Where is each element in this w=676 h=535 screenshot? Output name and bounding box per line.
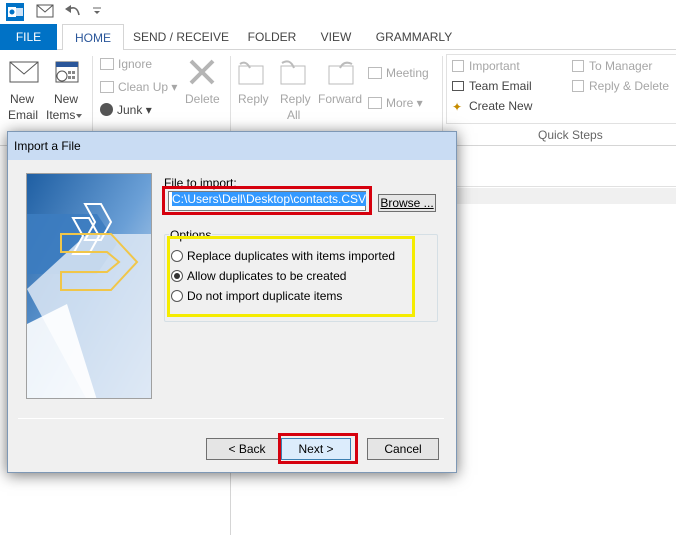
new-items-icon xyxy=(55,61,79,83)
reply-label: Reply xyxy=(238,92,269,106)
ignore-label: Ignore xyxy=(118,57,153,71)
junk-button[interactable]: Junk ▾ xyxy=(100,103,152,117)
import-arrows-illustration xyxy=(27,174,151,398)
quick-step-create-new[interactable]: ✦ Create New xyxy=(452,99,532,113)
ribbon-tabs: FILE HOME SEND / RECEIVE FOLDER VIEW GRA… xyxy=(0,24,676,51)
new-items-label-2: Items xyxy=(46,108,76,122)
customize-dropdown-icon[interactable] xyxy=(92,6,102,16)
browse-label: Browse ... xyxy=(380,196,434,210)
create-new-icon: ✦ xyxy=(452,100,463,114)
meeting-label: Meeting xyxy=(386,66,429,80)
delete-button[interactable]: Delete xyxy=(184,58,222,126)
back-button[interactable]: < Back xyxy=(206,438,288,460)
dialog-title: Import a File xyxy=(14,139,81,153)
new-email-icon xyxy=(9,61,39,83)
junk-label: Junk xyxy=(117,103,143,117)
reply-all-button[interactable]: Reply All xyxy=(278,58,312,126)
forward-button[interactable]: Forward xyxy=(318,58,364,126)
outlook-icon xyxy=(6,3,24,21)
tab-view[interactable]: VIEW xyxy=(312,24,360,50)
junk-icon xyxy=(100,103,113,116)
clean-up-button[interactable]: Clean Up ▾ xyxy=(100,80,177,94)
dialog-title-bar[interactable]: Import a File xyxy=(8,132,456,160)
quick-step-important[interactable]: Important xyxy=(452,59,520,73)
chevron-down-icon xyxy=(76,114,82,118)
quick-step-create-new-label: Create New xyxy=(469,99,533,113)
quick-step-team-email-label: Team Email xyxy=(469,79,532,93)
mail-icon[interactable] xyxy=(36,3,54,19)
forward-label: Forward xyxy=(318,92,363,106)
quick-access-toolbar xyxy=(0,0,676,24)
options-highlight-box xyxy=(167,236,415,317)
quick-step-team-email[interactable]: Team Email xyxy=(452,79,532,93)
reply-all-label-2: All xyxy=(287,108,301,122)
clean-up-label: Clean Up xyxy=(118,80,169,94)
delete-label: Delete xyxy=(185,92,220,106)
tab-folder[interactable]: FOLDER xyxy=(240,24,304,50)
reply-button[interactable]: Reply xyxy=(236,58,270,126)
cancel-button[interactable]: Cancel xyxy=(367,438,439,460)
file-path-highlight-box xyxy=(162,186,372,215)
ignore-icon xyxy=(100,58,114,70)
new-items-label-1: New xyxy=(54,92,79,106)
import-file-dialog: Import a File File to import: C:\Users\D… xyxy=(7,131,457,473)
reply-icon xyxy=(238,61,264,85)
new-email-label-1: New xyxy=(10,92,35,106)
tab-home[interactable]: HOME xyxy=(62,24,124,51)
reply-all-icon xyxy=(280,60,306,85)
tab-file[interactable]: FILE xyxy=(0,24,57,50)
browse-button[interactable]: Browse ... xyxy=(378,194,436,212)
tab-grammarly[interactable]: GRAMMARLY xyxy=(366,24,462,50)
to-manager-icon xyxy=(572,60,584,72)
delete-icon xyxy=(189,59,215,85)
new-email-label-2: Email xyxy=(8,108,39,122)
team-email-icon xyxy=(452,81,464,91)
forward-icon xyxy=(328,61,354,85)
meeting-icon xyxy=(368,67,382,79)
new-email-button[interactable]: New Email xyxy=(8,58,42,126)
more-icon xyxy=(368,97,382,109)
tab-send-receive[interactable]: SEND / RECEIVE xyxy=(128,24,234,50)
next-highlight-box xyxy=(278,433,358,464)
ignore-button[interactable]: Ignore xyxy=(100,57,152,71)
quick-step-important-label: Important xyxy=(469,59,520,73)
clean-up-icon xyxy=(100,81,114,93)
dialog-divider xyxy=(18,418,444,419)
undo-icon[interactable] xyxy=(64,3,82,19)
quick-step-to-manager[interactable]: To Manager xyxy=(572,59,652,73)
dialog-body: File to import: C:\Users\Dell\Desktop\co… xyxy=(16,160,448,465)
meeting-button[interactable]: Meeting xyxy=(368,66,429,80)
wizard-banner-image xyxy=(26,173,152,399)
reply-delete-icon xyxy=(572,80,584,92)
quick-step-reply-delete-label: Reply & Delete xyxy=(589,79,670,93)
reply-all-label-1: Reply xyxy=(280,92,311,106)
more-label: More xyxy=(386,96,414,110)
quick-step-to-manager-label: To Manager xyxy=(589,59,653,73)
quick-steps-group-label: Quick Steps xyxy=(538,128,603,142)
important-icon xyxy=(452,60,464,72)
more-respond-button[interactable]: More ▾ xyxy=(368,96,423,110)
new-items-button[interactable]: New Items xyxy=(46,58,86,126)
quick-step-reply-delete[interactable]: Reply & Delete xyxy=(572,79,669,93)
